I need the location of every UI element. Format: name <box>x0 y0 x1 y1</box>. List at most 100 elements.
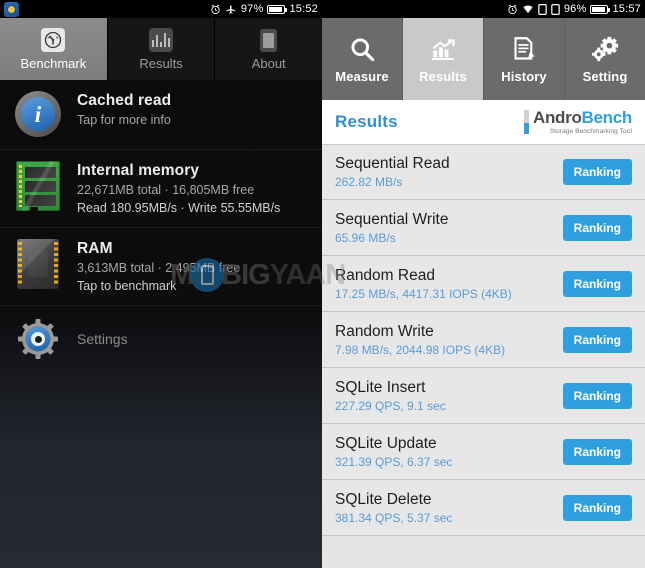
dual-screenshot-comparison: 97% 15:52 Benchmark Results About i Cach… <box>0 0 645 568</box>
gauge-icon <box>40 27 66 53</box>
result-value: 17.25 MB/s, 4417.31 IOPS (4KB) <box>335 286 512 301</box>
ranking-button[interactable]: Ranking <box>562 494 632 521</box>
gears-icon <box>591 34 620 64</box>
result-value: 262.82 MB/s <box>335 175 403 189</box>
left-battery-percent: 97% <box>240 3 264 15</box>
tab-benchmark-label: Benchmark <box>20 56 87 71</box>
left-status-left <box>4 1 19 17</box>
magnifier-icon <box>349 34 376 64</box>
tab-history-label: History <box>501 69 547 84</box>
alarm-icon <box>210 4 221 15</box>
internal-memory-capacity: 22,671MB total · 16,805MB free <box>77 183 255 197</box>
document-edit-icon <box>511 34 538 64</box>
tab-measure[interactable]: Measure <box>322 18 403 100</box>
list-item-internal-memory[interactable]: Internal memory 22,671MB total · 16,805M… <box>0 150 322 228</box>
androbench-logo: AndroBench Storage Benchmarking Tool <box>523 107 633 136</box>
airplane-mode-icon <box>225 4 237 15</box>
ram-title: RAM <box>77 240 113 257</box>
result-name: SQLite Insert <box>335 378 426 396</box>
right-clock: 15:57 <box>612 3 641 15</box>
ram-capacity: 3,613MB total · 2,495MB free <box>77 261 241 275</box>
cached-read-sub: Tap for more info <box>77 113 171 127</box>
result-row-sequential-read[interactable]: Sequential Read 262.82 MB/s Ranking <box>322 144 645 200</box>
right-status-bar: 96% 15:57 <box>322 0 645 18</box>
tab-setting-label: Setting <box>582 69 628 84</box>
ram-texts: RAM 3,613MB total · 2,495MB free Tap to … <box>77 239 240 293</box>
tab-results-right-label: Results <box>419 69 467 84</box>
tab-setting[interactable]: Setting <box>565 18 645 100</box>
ranking-button[interactable]: Ranking <box>562 214 632 241</box>
ranking-button[interactable]: Ranking <box>562 159 632 185</box>
result-value: 65.96 MB/s <box>335 230 396 245</box>
ram-action-hint: Tap to benchmark <box>77 279 177 293</box>
logo-tagline: Storage Benchmarking Tool <box>549 127 632 135</box>
ram-chip-icon <box>12 239 64 289</box>
internal-memory-texts: Internal memory 22,671MB total · 16,805M… <box>77 161 280 215</box>
tab-about[interactable]: About <box>215 18 322 80</box>
wifi-icon <box>522 4 534 15</box>
list-item-settings[interactable]: Settings <box>0 306 322 372</box>
result-row-sqlite-insert[interactable]: SQLite Insert 227.29 QPS, 9.1 sec Rankin… <box>322 368 645 424</box>
tab-measure-label: Measure <box>335 69 389 84</box>
ranking-button[interactable]: Ranking <box>562 270 632 297</box>
left-clock: 15:52 <box>289 3 318 15</box>
result-row-random-write[interactable]: Random Write 7.98 MB/s, 2044.98 IOPS (4K… <box>322 312 645 368</box>
tab-benchmark[interactable]: Benchmark <box>0 18 108 80</box>
bar-chart-icon <box>148 27 174 53</box>
tab-results-left[interactable]: Results <box>107 18 216 80</box>
cached-read-title: Cached read <box>77 92 172 109</box>
result-value: 321.39 QPS, 6.37 sec <box>335 454 453 469</box>
tab-history[interactable]: History <box>484 18 565 100</box>
tab-results-left-label: Results <box>139 56 183 71</box>
internal-memory-speed: Read 180.95MB/s · Write 55.55MB/s <box>77 201 281 215</box>
result-row-sqlite-update[interactable]: SQLite Update 321.39 QPS, 6.37 sec Ranki… <box>322 424 645 480</box>
result-name: Sequential Write <box>335 210 449 228</box>
right-tab-bar: Measure Results History Setting <box>322 18 645 100</box>
result-row-random-read[interactable]: Random Read 17.25 MB/s, 4417.31 IOPS (4K… <box>322 256 645 312</box>
right-phone-screen: 96% 15:57 Measure Results History Settin… <box>322 0 645 568</box>
sim2-icon <box>551 3 560 15</box>
results-list: Sequential Read 262.82 MB/s Ranking Sequ… <box>322 144 645 536</box>
ranking-button[interactable]: Ranking <box>562 438 632 465</box>
results-header: Results AndroBench Storage Benchmarking … <box>322 100 645 144</box>
logo-bench: Bench <box>581 107 633 127</box>
result-value: 227.29 QPS, 9.1 sec <box>335 398 446 413</box>
tab-results-right[interactable]: Results <box>403 18 484 100</box>
result-row-sqlite-delete[interactable]: SQLite Delete 381.34 QPS, 5.37 sec Ranki… <box>322 480 645 536</box>
result-name: SQLite Update <box>335 434 437 452</box>
logo-andro: Andro <box>532 107 582 127</box>
battery-icon <box>590 4 611 14</box>
list-item-ram[interactable]: RAM 3,613MB total · 2,495MB free Tap to … <box>0 228 322 306</box>
result-value: 7.98 MB/s, 2044.98 IOPS (4KB) <box>335 342 506 357</box>
ranking-button[interactable]: Ranking <box>562 326 632 353</box>
sim1-icon <box>538 3 547 15</box>
result-value: 381.34 QPS, 5.37 sec <box>335 510 453 525</box>
result-name: Random Read <box>335 266 435 284</box>
gear-eye-icon <box>12 318 64 360</box>
right-battery-percent: 96% <box>563 3 587 15</box>
right-status-right: 96% 15:57 <box>507 3 641 15</box>
left-status-bar: 97% 15:52 <box>0 0 322 18</box>
list-item-cached-read[interactable]: i Cached read Tap for more info <box>0 80 322 150</box>
phone-icon <box>256 27 282 53</box>
chart-growth-icon <box>430 34 457 64</box>
result-row-sequential-write[interactable]: Sequential Write 65.96 MB/s Ranking <box>322 200 645 256</box>
logo-bar-icon <box>523 110 529 134</box>
result-name: SQLite Delete <box>335 490 432 508</box>
left-phone-screen: 97% 15:52 Benchmark Results About i Cach… <box>0 0 322 568</box>
left-tab-bar: Benchmark Results About <box>0 18 322 80</box>
ranking-button[interactable]: Ranking <box>562 382 632 409</box>
memory-module-icon <box>12 161 64 211</box>
page-title: Results <box>335 112 398 131</box>
info-icon: i <box>12 91 64 137</box>
result-name: Sequential Read <box>335 155 450 172</box>
app-badge-icon <box>4 1 19 17</box>
left-benchmark-list: i Cached read Tap for more info Internal <box>0 80 322 372</box>
settings-label: Settings <box>77 331 128 347</box>
alarm-icon <box>507 4 518 15</box>
internal-memory-title: Internal memory <box>77 162 200 179</box>
cached-read-texts: Cached read Tap for more info <box>77 91 171 127</box>
result-name: Random Write <box>335 322 434 340</box>
left-status-right: 97% 15:52 <box>210 3 318 15</box>
tab-about-label: About <box>251 56 286 71</box>
